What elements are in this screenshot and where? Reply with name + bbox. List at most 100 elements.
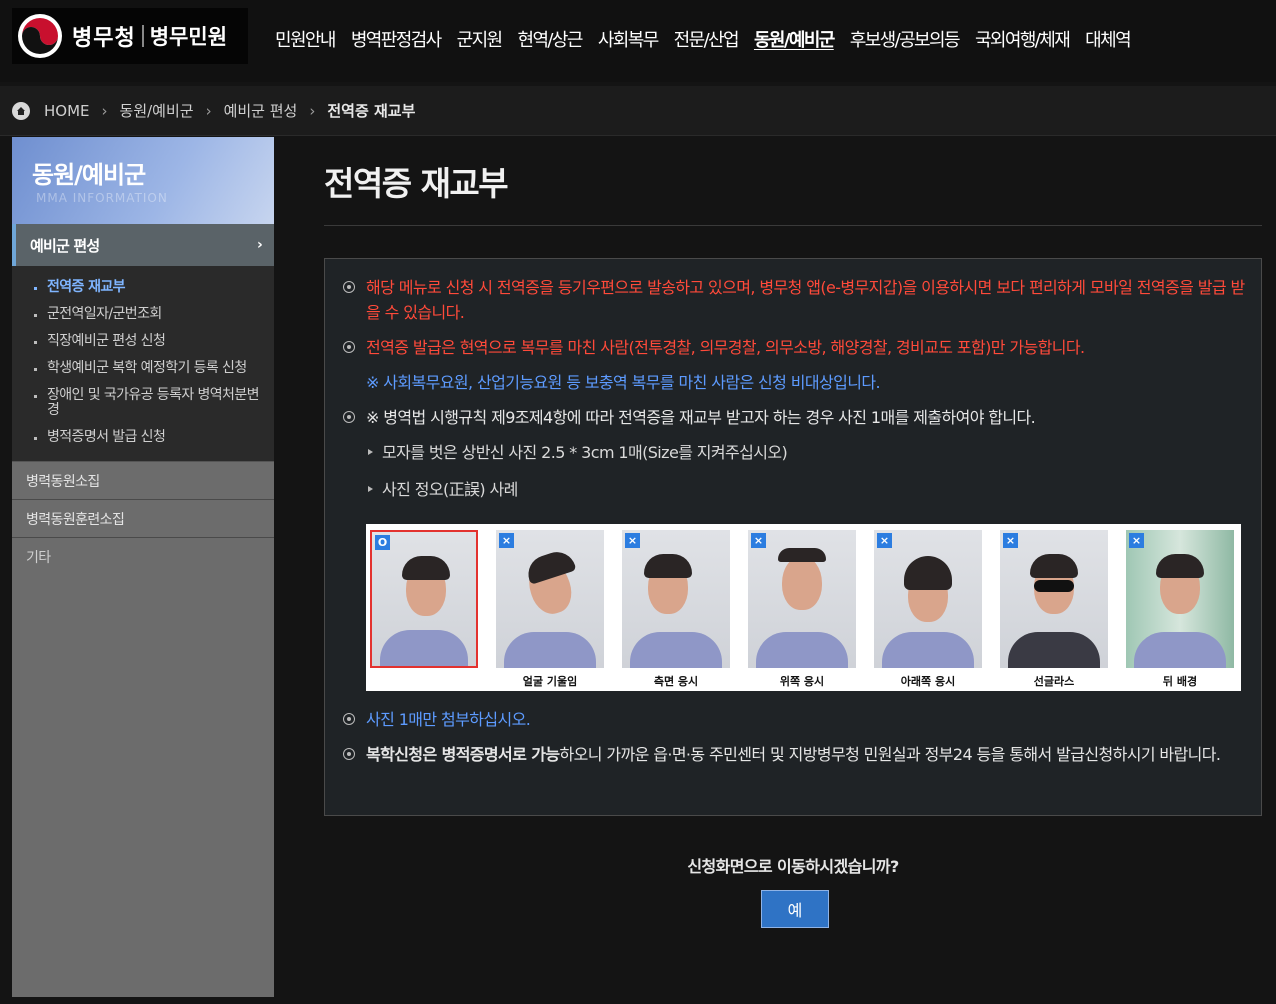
home-icon[interactable] (12, 101, 30, 120)
sidebar-item-reissue[interactable]: 전역증 재교부 (12, 276, 274, 299)
brand-separator (141, 25, 144, 47)
site-logo[interactable]: 병무청 병무민원 (12, 8, 248, 64)
notice-text-photo-rule: ※ 병역법 시행규칙 제9조제4항에 따라 전역증을 재교부 받고자 하는 경우… (366, 408, 1036, 427)
wrong-icon: × (1129, 533, 1144, 548)
chevron-right-icon: › (205, 101, 212, 120)
bullet-icon (343, 281, 355, 293)
nav-item-industry[interactable]: 전문/산업 (674, 26, 740, 52)
sidebar-item-etc[interactable]: 기타 (12, 538, 274, 576)
sidebar-item-discharge-lookup[interactable]: 군전역일자/군번조회 (12, 303, 274, 326)
triangle-right-icon (368, 486, 373, 492)
sidebar-subtitle: MMA INFORMATION (36, 191, 168, 205)
breadcrumb-item-organize[interactable]: 예비군 편성 (224, 100, 298, 121)
sidebar-item-label: 장애인 및 국가유공 등록자 병역처분변경 (47, 387, 259, 418)
sidebar-item-label: 군전역일자/군번조회 (47, 306, 162, 322)
notice-text-mobile: 해당 메뉴로 신청 시 전역증을 등기우편으로 발송하고 있으며, 병무청 앱(… (366, 278, 1245, 322)
notice-text-reenroll: 복학신청은 병적증명서로 가능하오니 가까운 읍·면·동 주민센터 및 지방병무… (366, 742, 1221, 767)
notice-text-reenroll-rest: 하오니 가까운 읍·면·동 주민센터 및 지방병무청 민원실과 정부24 등을 … (559, 745, 1221, 764)
bullet-icon (34, 287, 37, 290)
photo-caption: 선글라스 (1033, 675, 1075, 688)
bullet-icon (343, 341, 355, 353)
wrong-icon: × (877, 533, 892, 548)
wrong-icon: × (625, 533, 640, 548)
notice-item: 사진 1매만 첨부하십시오. (343, 707, 1245, 732)
sidebar-item-mobilization-training[interactable]: 병력동원훈련소집 (12, 500, 274, 538)
notice-text-eligibility: 전역증 발급은 현역으로 복무를 마친 사람(전투경찰, 의무경찰, 의무소방,… (366, 338, 1085, 357)
photo-example-correct: O (370, 530, 478, 668)
notice-text-reenroll-bold: 복학신청은 병적증명서로 가능 (366, 745, 560, 764)
wrong-icon: × (751, 533, 766, 548)
notice-text-one-photo: 사진 1매만 첨부하십시오. (366, 710, 531, 729)
photo-caption: 아래쪽 응시 (900, 675, 956, 688)
notice-text-ineligible: ※ 사회복무요원, 산업기능요원 등 보충역 복무를 마친 사람은 신청 비대상… (366, 373, 881, 392)
notice-subtext-photo-size: 모자를 벗은 상반신 사진 2.5 * 3cm 1매(Size를 지켜주십시오) (382, 443, 788, 462)
sidebar-item-certificate[interactable]: 병적증명서 발급 신청 (12, 426, 274, 449)
main-nav: 민원안내 병역판정검사 군지원 현역/상근 사회복무 전문/산업 동원/예비군 … (275, 26, 1146, 52)
notice-item: 전역증 발급은 현역으로 복무를 마친 사람(전투경찰, 의무경찰, 의무소방,… (343, 335, 1245, 360)
sidebar-item-workplace-reserve[interactable]: 직장예비군 편성 신청 (12, 330, 274, 353)
taegeuk-emblem-icon (18, 14, 62, 58)
notice-subitem: 사진 정오(正誤) 사례 (343, 477, 1245, 502)
sidebar-item-label: 학생예비군 복학 예정학기 등록 신청 (47, 360, 247, 376)
yes-button[interactable]: 예 (761, 890, 829, 928)
brand-subname: 병무민원 (149, 25, 228, 49)
bullet-icon (34, 368, 37, 371)
bullet-icon (34, 341, 37, 344)
chevron-right-icon: › (309, 101, 316, 120)
bullet-icon (34, 437, 37, 440)
sidebar-sublist: 전역증 재교부 군전역일자/군번조회 직장예비군 편성 신청 학생예비군 복학 … (12, 266, 274, 462)
top-header: 병무청 병무민원 민원안내 병역판정검사 군지원 현역/상근 사회복무 전문/산… (0, 0, 1276, 82)
sidebar-item-label: 병적증명서 발급 신청 (47, 429, 166, 445)
page-title: 전역증 재교부 (324, 157, 1262, 226)
breadcrumb: HOME › 동원/예비군 › 예비군 편성 › 전역증 재교부 (0, 86, 1276, 136)
nav-item-candidate[interactable]: 후보생/공보의등 (850, 26, 961, 52)
nav-item-military-apply[interactable]: 군지원 (457, 26, 503, 52)
photo-caption: 얼굴 기울임 (522, 675, 578, 688)
sidebar-item-disability-change[interactable]: 장애인 및 국가유공 등록자 병역처분변경 (12, 384, 274, 422)
photo-examples: O × × × × × × 얼굴 기울임 측면 응시 위쪽 응시 아래쪽 응시 … (366, 524, 1241, 691)
bullet-icon (343, 411, 355, 423)
nav-item-overseas[interactable]: 국외여행/체재 (975, 26, 1071, 52)
main-content: 전역증 재교부 해당 메뉴로 신청 시 전역증을 등기우편으로 발송하고 있으며… (324, 137, 1262, 816)
nav-item-active-duty[interactable]: 현역/상근 (518, 26, 584, 52)
sidebar-section-label: 예비군 편성 (30, 236, 100, 255)
sidebar-item-label: 직장예비군 편성 신청 (47, 333, 166, 349)
sidebar: 동원/예비군 MMA INFORMATION 예비군 편성 › 전역증 재교부 … (12, 137, 274, 997)
sidebar-header: 동원/예비군 MMA INFORMATION (12, 137, 274, 224)
photo-example-background: × (1126, 530, 1234, 668)
notice-item: ※ 병역법 시행규칙 제9조제4항에 따라 전역증을 재교부 받고자 하는 경우… (343, 405, 1245, 430)
confirm-prompt: 신청화면으로 이동하시겠습니까? (687, 857, 899, 876)
photo-example-tilted: × (496, 530, 604, 668)
sidebar-title: 동원/예비군 (32, 161, 146, 189)
chevron-right-icon: › (101, 101, 108, 120)
breadcrumb-current: 전역증 재교부 (327, 102, 416, 120)
correct-icon: O (375, 535, 390, 550)
sidebar-section-reserve-organize[interactable]: 예비군 편성 › (12, 224, 274, 266)
breadcrumb-home[interactable]: HOME (44, 102, 90, 120)
nav-item-reserve[interactable]: 동원/예비군 (754, 26, 835, 52)
notice-item: 복학신청은 병적증명서로 가능하오니 가까운 읍·면·동 주민센터 및 지방병무… (343, 742, 1245, 767)
chevron-right-icon: › (257, 237, 263, 253)
triangle-right-icon (368, 449, 373, 455)
wrong-icon: × (1003, 533, 1018, 548)
nav-item-civil[interactable]: 민원안내 (275, 26, 336, 52)
bullet-icon (34, 395, 37, 398)
notice-subtext-photo-examples: 사진 정오(正誤) 사례 (382, 480, 518, 499)
photo-example-side: × (622, 530, 730, 668)
nav-item-exam[interactable]: 병역판정검사 (351, 26, 442, 52)
photo-caption: 위쪽 응시 (779, 675, 825, 688)
nav-item-social-service[interactable]: 사회복무 (598, 26, 659, 52)
sidebar-item-mobilization[interactable]: 병력동원소집 (12, 462, 274, 500)
wrong-icon: × (499, 533, 514, 548)
photo-example-down: × (874, 530, 982, 668)
breadcrumb-item-reserve[interactable]: 동원/예비군 (120, 100, 194, 121)
photo-caption: 측면 응시 (653, 675, 699, 688)
bullet-icon (343, 748, 355, 760)
nav-item-alternative[interactable]: 대체역 (1085, 26, 1131, 52)
sidebar-item-student-reserve[interactable]: 학생예비군 복학 예정학기 등록 신청 (12, 357, 274, 380)
photo-caption: 뒤 배경 (1162, 675, 1198, 688)
bullet-icon (343, 713, 355, 725)
photo-example-up: × (748, 530, 856, 668)
notice-item: 해당 메뉴로 신청 시 전역증을 등기우편으로 발송하고 있으며, 병무청 앱(… (343, 275, 1245, 325)
brand-name: 병무청 (72, 26, 136, 51)
